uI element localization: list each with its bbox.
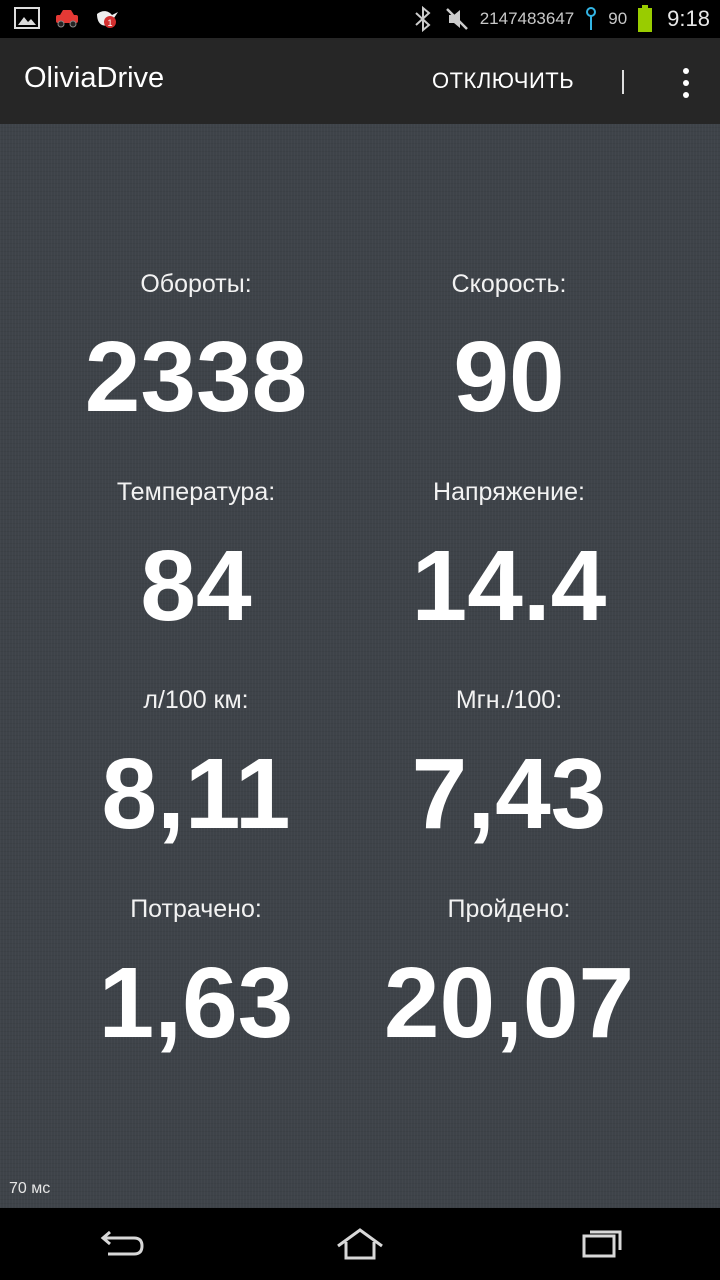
car-icon xyxy=(56,10,78,28)
spent-label: Потрачено: xyxy=(130,895,262,923)
rpm-label: Обороты: xyxy=(140,270,252,298)
dashboard: Обороты: 2338 Скорость: 90 Температура: … xyxy=(0,124,720,1208)
status-bar: 1 2147483647 90 9:18 xyxy=(0,0,720,38)
silent-mode-icon xyxy=(445,8,468,30)
instant-consumption-label: Мгн./100: xyxy=(455,686,563,714)
speed-value: 90 xyxy=(453,321,565,433)
voltage-value: 14.4 xyxy=(411,530,607,642)
signal-text: 2147483647 xyxy=(479,9,575,28)
notification-icons: 1 xyxy=(14,6,120,30)
bird-notification-icon: 1 xyxy=(97,11,118,28)
avg-consumption-label: л/100 км: xyxy=(143,686,249,714)
app-title: OliviaDrive xyxy=(24,62,165,94)
temperature-value: 84 xyxy=(140,530,252,642)
bluetooth-icon xyxy=(415,6,431,32)
signal-icon xyxy=(586,7,597,30)
action-divider xyxy=(622,70,624,94)
battery-icon xyxy=(638,5,653,32)
traveled-label: Пройдено: xyxy=(447,895,571,923)
navigation-bar xyxy=(0,1208,720,1280)
speed-label: Скорость: xyxy=(451,270,567,298)
home-icon[interactable] xyxy=(330,1224,390,1264)
traveled-value: 20,07 xyxy=(383,947,635,1059)
recent-apps-icon[interactable] xyxy=(570,1224,630,1264)
image-icon xyxy=(14,7,40,29)
overflow-menu-icon[interactable] xyxy=(674,66,698,100)
temperature-label: Температура: xyxy=(116,478,276,506)
latency-text: 70 мс xyxy=(9,1180,51,1197)
voltage-label: Напряжение: xyxy=(433,478,585,506)
battery-level-text: 90 xyxy=(608,9,628,28)
rpm-value: 2338 xyxy=(84,321,308,433)
disconnect-button[interactable]: ОТКЛЮЧИТЬ xyxy=(424,64,582,98)
spent-value: 1,63 xyxy=(98,947,294,1059)
svg-text:1: 1 xyxy=(107,18,112,28)
back-icon[interactable] xyxy=(90,1224,150,1264)
action-bar: OliviaDrive ОТКЛЮЧИТЬ xyxy=(0,38,720,124)
avg-consumption-value: 8,11 xyxy=(101,738,291,850)
clock: 9:18 xyxy=(667,6,710,31)
instant-consumption-value: 7,43 xyxy=(411,738,607,850)
system-status: 2147483647 90 9:18 xyxy=(412,0,710,38)
